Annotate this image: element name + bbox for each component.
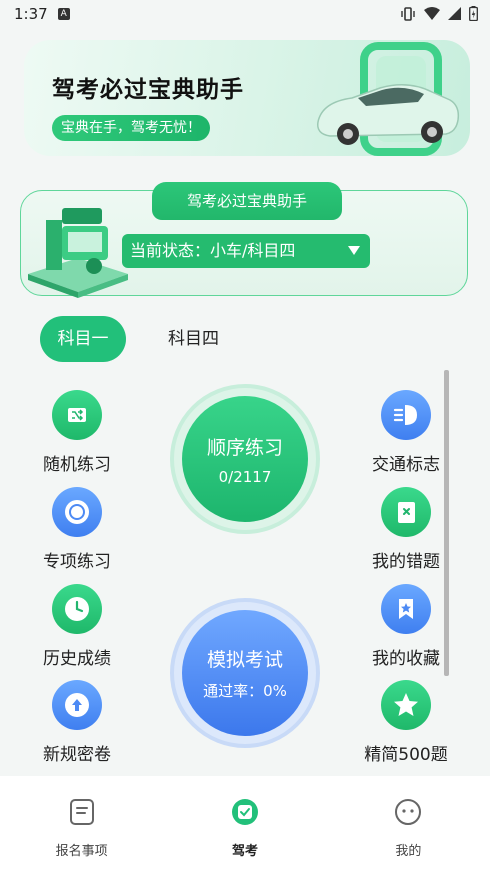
mock-exam-label: 模拟考试 xyxy=(206,649,283,671)
nav-registration[interactable]: 报名事项 xyxy=(0,776,163,872)
mock-exam-pass-rate: 通过率：0% xyxy=(203,682,287,700)
car-illustration-icon xyxy=(317,42,460,156)
status-icons xyxy=(400,6,478,21)
shuffle-icon xyxy=(68,408,86,422)
nav-mine[interactable]: 我的 xyxy=(327,776,490,872)
exam-icon xyxy=(231,799,258,825)
random-practice-button[interactable]: 随机练习 xyxy=(29,390,125,475)
traffic-signs-button[interactable]: 交通标志 xyxy=(358,390,454,475)
favorites-label: 我的收藏 xyxy=(372,649,440,669)
special-practice-button[interactable]: 专项练习 xyxy=(29,487,125,572)
wifi-icon xyxy=(424,7,440,20)
signal-icon xyxy=(448,7,461,20)
upload-icon-wrap xyxy=(52,680,102,730)
status-bar: 1:37 A xyxy=(0,0,490,28)
face-icon xyxy=(395,799,422,825)
nav-exam[interactable]: 驾考 xyxy=(163,776,326,872)
battery-icon xyxy=(469,6,478,21)
nav-mine-label: 我的 xyxy=(395,844,422,859)
banner-subtitle: 宝典在手，驾考无忧！ xyxy=(52,115,210,141)
subject-tabs: 科目一 科目四 xyxy=(40,316,235,362)
sequential-practice-progress: 0/2117 xyxy=(218,467,272,486)
star-icon-wrap xyxy=(381,680,431,730)
mock-exam-button[interactable]: 模拟考试 通过率：0% xyxy=(170,598,320,748)
target-icon-wrap xyxy=(52,487,102,537)
bottom-nav: 报名事项 驾考 我的 xyxy=(0,776,490,872)
sequential-practice-label: 顺序练习 xyxy=(206,436,283,459)
favorites-button[interactable]: 我的收藏 xyxy=(358,584,454,669)
new-rules-paper-button[interactable]: 新规密卷 xyxy=(29,680,125,765)
tab-subject-one[interactable]: 科目一 xyxy=(40,316,126,362)
star-icon xyxy=(394,693,418,716)
clock-icon-wrap xyxy=(52,584,102,634)
simplified-500-label: 精简500题 xyxy=(364,745,448,765)
shuffle-icon-wrap xyxy=(52,390,102,440)
simplified-500-button[interactable]: 精简500题 xyxy=(358,680,454,765)
random-practice-label: 随机练习 xyxy=(43,455,111,475)
document-icon xyxy=(69,799,94,825)
bookmark-star-icon xyxy=(399,599,413,619)
clock-icon xyxy=(65,597,89,621)
banner-title: 驾考必过宝典助手 xyxy=(52,77,244,103)
promo-banner[interactable]: 驾考必过宝典助手 宝典在手，驾考无忧！ xyxy=(24,40,470,156)
history-score-button[interactable]: 历史成绩 xyxy=(29,584,125,669)
nav-registration-label: 报名事项 xyxy=(55,844,108,859)
target-icon xyxy=(65,500,89,524)
tab-subject-four[interactable]: 科目四 xyxy=(152,316,235,362)
new-rules-paper-label: 新规密卷 xyxy=(43,745,111,765)
mock-exam-inner: 模拟考试 通过率：0% xyxy=(182,610,308,736)
card-title-tab: 驾考必过宝典助手 xyxy=(152,182,342,220)
nav-exam-label: 驾考 xyxy=(231,844,258,859)
notification-badge-icon: A xyxy=(57,8,70,20)
bookmark-star-icon-wrap xyxy=(381,584,431,634)
upload-icon xyxy=(65,693,89,717)
status-time: 1:37 xyxy=(14,5,48,23)
sequential-practice-button[interactable]: 顺序练习 0/2117 xyxy=(170,384,320,534)
wrong-questions-label: 我的错题 xyxy=(372,552,440,572)
wrong-questions-button[interactable]: 我的错题 xyxy=(358,487,454,572)
headlight-icon-wrap xyxy=(381,390,431,440)
sequential-practice-inner: 顺序练习 0/2117 xyxy=(182,396,308,522)
headlight-icon xyxy=(393,405,417,425)
status-selector-label: 当前状态：小车/科目四 xyxy=(130,241,296,260)
dropdown-arrow-icon xyxy=(348,246,360,255)
history-score-label: 历史成绩 xyxy=(43,649,111,669)
wrong-book-icon xyxy=(398,502,415,523)
exam-machine-illustration-icon xyxy=(28,208,128,298)
status-selector[interactable]: 当前状态：小车/科目四 xyxy=(122,234,370,268)
special-practice-label: 专项练习 xyxy=(43,552,111,572)
vibrate-icon xyxy=(401,6,415,21)
wrong-book-icon-wrap xyxy=(381,487,431,537)
traffic-signs-label: 交通标志 xyxy=(372,455,440,475)
